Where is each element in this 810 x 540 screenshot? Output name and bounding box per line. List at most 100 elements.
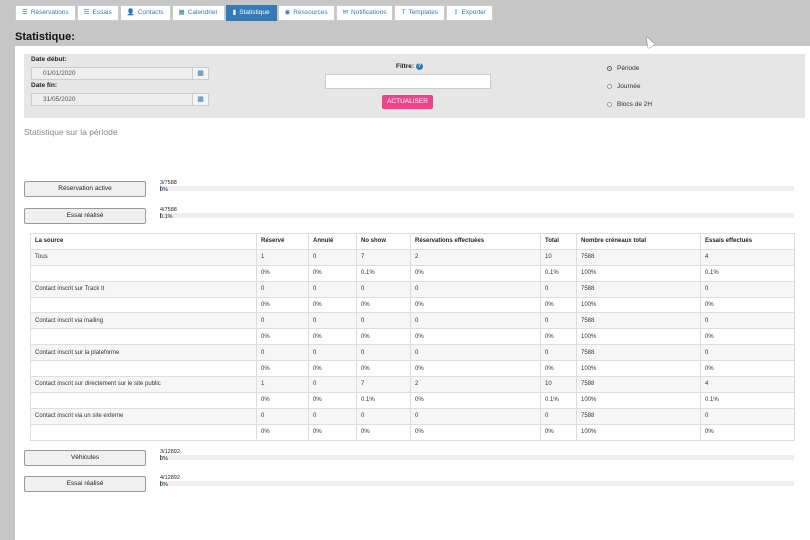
end-date-label: Date fin: [31,82,57,89]
stat-button[interactable]: Essai réalisé [24,476,146,492]
column-header: Réservations effectuées [410,233,541,250]
table-cell: 0% [410,264,541,282]
refresh-button[interactable]: ACTUALISER [382,95,433,109]
radio-option[interactable]: Période [607,65,639,72]
tab-label: Exporter [461,9,487,16]
radio-button[interactable] [607,66,612,71]
table-cell: 100% [576,360,701,378]
table-cell: 7 [356,376,411,393]
source-cell [30,391,257,409]
column-header: Nombre créneaux total [576,233,701,250]
table-cell: 0 [356,312,411,330]
table-cell: 0% [256,423,309,441]
table-cell: 0 [256,344,309,362]
start-date-input[interactable]: 01/01/2020 [31,67,199,80]
table-cell: 0% [700,328,795,346]
column-header: Total [540,233,577,250]
table-cell: 0% [356,423,411,441]
tab-essais[interactable]: ☰ Essais [76,5,119,21]
radio-option[interactable]: Blocs de 2H [607,101,652,108]
table-cell: 0 [700,407,795,425]
stat-button[interactable]: Véhicules [24,450,146,466]
main-panel: Date début: 01/01/2020 ▦ Date fin: 31/05… [15,46,810,540]
end-date-input[interactable]: 31/05/2020 [31,93,199,106]
table-cell: 7588 [576,280,701,298]
table-cell: 0% [356,328,411,346]
globe-icon: ◉ [284,9,291,16]
stat-percent: 0% [160,482,168,488]
table-row: 0% 0% 0.1% 0% 0.1% 100% 0.1% [30,264,795,282]
stat-button[interactable]: Essai réalisé [24,208,146,224]
help-icon[interactable]: ? [416,63,424,70]
table-cell: 0 [700,280,795,298]
column-header: Annulé [308,233,357,250]
table-cell: 0% [256,360,309,378]
tab-label: Réservations [30,9,69,16]
filter-input[interactable] [325,74,491,89]
tab-label: Statistique [239,9,270,16]
source-cell: Contact inscrit sur la plateforme [30,344,257,362]
table-cell: 7588 [576,376,701,393]
table-cell: 0% [308,360,357,378]
filter-label: Filtre: [396,63,415,70]
text-icon: T [401,9,406,16]
radio-label: Journée [617,83,641,90]
calendar-icon[interactable]: ▦ [192,67,209,80]
table-cell: 100% [576,391,701,409]
radio-button[interactable] [607,84,612,89]
table-cell: 0 [308,407,357,425]
radio-label: Période [617,65,640,72]
table-cell: 0% [356,296,411,314]
stat-percent: 0.1% [160,214,173,220]
table-row: 0% 0% 0% 0% 0% 100% 0% [30,296,795,314]
radio-button[interactable] [607,102,612,107]
calendar-icon[interactable]: ▦ [192,93,209,106]
source-cell [30,360,257,378]
source-cell: Contact inscrit via un site externe [30,407,257,425]
table-cell: 0 [410,312,541,330]
tab-label: Ressources [293,9,328,16]
tab-r-servations[interactable]: ☰ Réservations [15,5,76,21]
table-cell: 0 [308,312,357,330]
column-header: La source [30,233,257,250]
table-cell: 0 [540,344,577,362]
table-row: 0% 0% 0% 0% 0% 100% 0% [30,360,795,378]
filter-box: Date début: 01/01/2020 ▦ Date fin: 31/05… [24,54,805,118]
tab-ressources[interactable]: ◉ Ressources [277,5,335,21]
source-cell: Contact inscrit sur Track It [30,280,257,298]
export-icon: ⇪ [453,9,459,16]
progress-bar [160,213,794,218]
calendar-icon: ▦ [178,9,185,16]
tab-notifications[interactable]: ✉ Notifications [335,5,394,21]
table-cell: 0 [256,312,309,330]
table-cell: 2 [410,376,541,393]
table-cell: 0 [410,280,541,298]
radio-option[interactable]: Journée [607,83,641,90]
tab-label: Calendrier [187,9,218,16]
table-cell: 0% [410,296,541,314]
table-cell: 0 [410,344,541,362]
table-cell: 0% [356,360,411,378]
table-cell: 0 [700,344,795,362]
table-cell: 0% [308,423,357,441]
tab-label: Essais [92,9,112,16]
table-cell: 0 [256,280,309,298]
column-header: Réservé [256,233,309,250]
table-cell: 0% [700,296,795,314]
stat-button[interactable]: Réservation active [24,181,146,197]
tab-calendrier[interactable]: ▦ Calendrier [171,5,225,21]
filter-label-wrap: Filtre: ? [396,63,424,70]
table-cell: 10 [540,248,577,266]
table-cell: 100% [576,328,701,346]
tab-statistique[interactable]: ▮ Statistique [225,5,277,21]
table-cell: 0% [308,264,357,282]
table-cell: 0% [410,423,541,441]
tab-contacts[interactable]: 👤 Contacts [119,5,171,21]
table-row: Contact inscrit via mailing 0 0 0 0 0 7588 0 [30,312,795,330]
table-cell: 0% [410,391,541,409]
stats-subtitle: Statistique sur la période [24,127,118,137]
table-cell: 0 [308,376,357,393]
table-row: Contact inscrit sur la plateforme 0 0 0 0 0 75… [30,344,795,362]
tab-templates[interactable]: T Templates [394,5,446,21]
tab-exporter[interactable]: ⇪ Exporter [446,5,494,21]
